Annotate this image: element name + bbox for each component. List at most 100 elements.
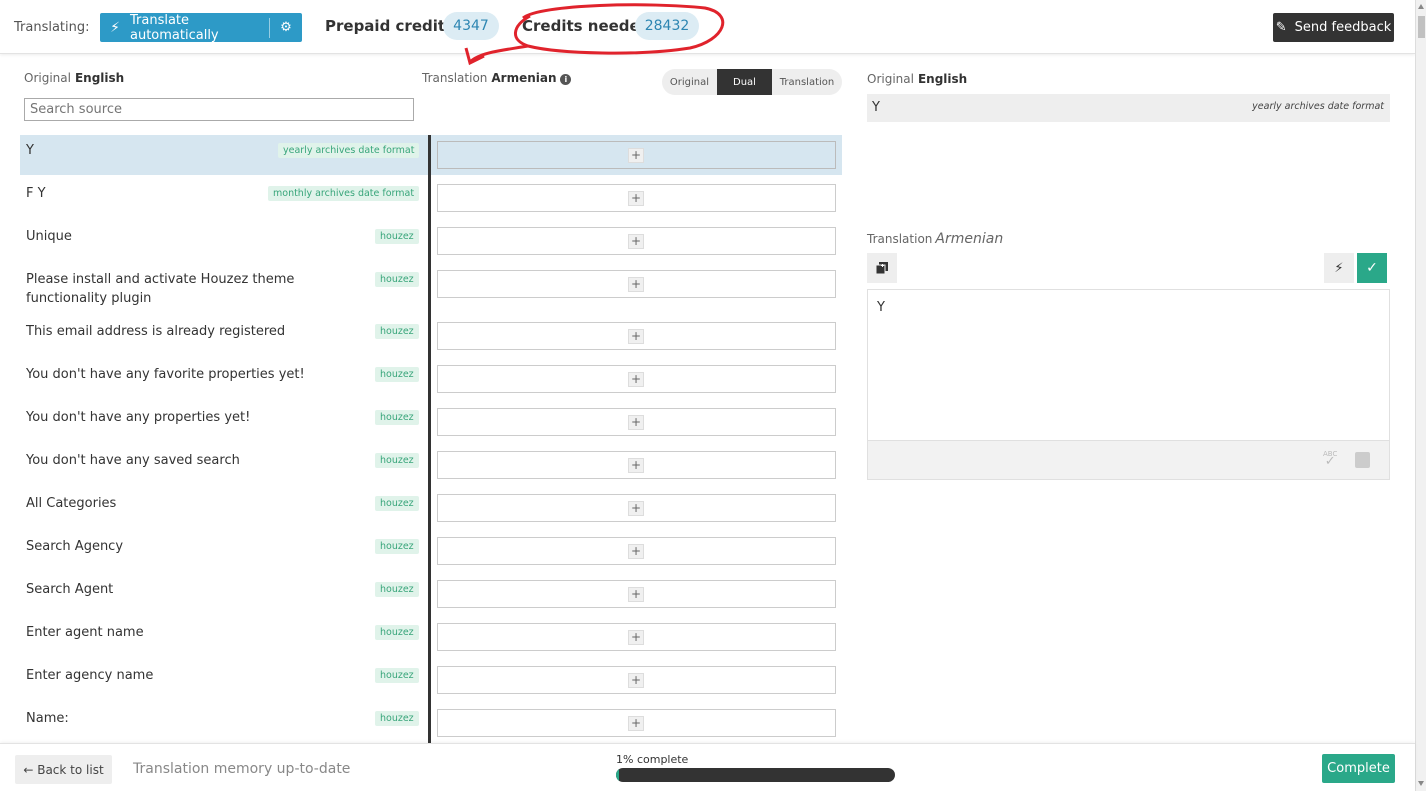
string-context-tag: houzez (375, 324, 419, 339)
plus-icon[interactable]: + (628, 372, 644, 387)
plus-icon[interactable]: + (628, 544, 644, 559)
column-divider (428, 488, 431, 531)
keyboard-icon[interactable] (1355, 452, 1370, 468)
plus-icon[interactable]: + (628, 716, 644, 731)
translation-cell[interactable]: + (437, 666, 836, 694)
column-divider (428, 617, 431, 660)
string-row[interactable]: Yyearly archives date format + (20, 135, 842, 178)
translation-label: Translation (422, 71, 488, 85)
plus-icon[interactable]: + (628, 630, 644, 645)
plus-icon[interactable]: + (628, 277, 644, 292)
spellcheck-icon[interactable]: ABC ✓ (1323, 450, 1337, 468)
translation-cell[interactable]: + (437, 141, 836, 169)
string-source-text: Name: (26, 711, 69, 726)
translation-cell[interactable]: + (437, 227, 836, 255)
top-toolbar: Translating: ⚡ Translate automatically ⚙… (0, 0, 1415, 54)
string-row[interactable]: Enter agency name houzez + (20, 660, 842, 703)
plus-icon[interactable]: + (628, 148, 644, 163)
plus-icon[interactable]: + (628, 329, 644, 344)
string-context-tag: houzez (375, 711, 419, 726)
copy-source-button[interactable] (867, 253, 897, 283)
column-divider (428, 316, 431, 359)
translation-cell[interactable]: + (437, 537, 836, 565)
string-row[interactable]: Please install and activate Houzez theme… (20, 264, 842, 316)
tm-status-text: Translation memory up-to-date (133, 761, 351, 777)
column-divider (428, 402, 431, 445)
translation-cell[interactable]: + (437, 408, 836, 436)
translation-editor-value[interactable]: Y (877, 300, 885, 315)
string-source-text: You don't have any saved search (26, 453, 240, 468)
translation-cell[interactable]: + (437, 451, 836, 479)
string-list: Yyearly archives date format + F Ymonthly … (20, 135, 842, 743)
translation-cell[interactable]: + (437, 623, 836, 651)
view-mode-translation[interactable]: Translation (772, 69, 842, 95)
plus-icon[interactable]: + (628, 587, 644, 602)
plus-icon[interactable]: + (628, 234, 644, 249)
string-context-tag: houzez (375, 272, 419, 287)
progress-text: 1% complete (616, 753, 689, 766)
send-feedback-label: Send feedback (1294, 20, 1392, 35)
scrollbar-thumb[interactable] (1418, 16, 1425, 38)
string-row[interactable]: You don't have any favorite properties y… (20, 359, 842, 402)
translation-cell[interactable]: + (437, 184, 836, 212)
plus-icon[interactable]: + (628, 191, 644, 206)
bottom-bar: ← Back to list Translation memory up-to-… (0, 743, 1415, 791)
prepaid-credits-badge: 4347 (443, 12, 499, 40)
send-feedback-button[interactable]: ✎ Send feedback (1273, 13, 1394, 42)
string-source-text: Enter agency name (26, 668, 154, 683)
string-row[interactable]: Search Agency houzez + (20, 531, 842, 574)
original-column-header: Original English (24, 71, 124, 85)
string-source-text: You don't have any properties yet! (26, 410, 251, 425)
string-row[interactable]: Name: houzez + (20, 703, 842, 743)
plus-icon[interactable]: + (628, 673, 644, 688)
save-translation-button[interactable]: ✓ (1357, 253, 1387, 283)
translation-editor[interactable]: Y ABC ✓ (867, 289, 1390, 480)
page-scrollbar[interactable] (1415, 0, 1426, 791)
translation-cell[interactable]: + (437, 365, 836, 393)
string-row[interactable]: You don't have any saved search houzez + (20, 445, 842, 488)
gear-icon[interactable]: ⚙ (270, 20, 302, 35)
translation-cell[interactable]: + (437, 580, 836, 608)
string-source-text: Please install and activate Houzez theme… (26, 272, 295, 306)
column-divider (428, 445, 431, 488)
string-row[interactable]: Unique houzez + (20, 221, 842, 264)
string-context-tag: houzez (375, 496, 419, 511)
plus-icon[interactable]: + (628, 415, 644, 430)
back-to-list-button[interactable]: ← Back to list (15, 755, 112, 784)
translation-cell[interactable]: + (437, 322, 836, 350)
copy-icon (876, 262, 888, 274)
translation-cell[interactable]: + (437, 270, 836, 298)
translation-cell[interactable]: + (437, 494, 836, 522)
view-mode-original[interactable]: Original (662, 69, 717, 95)
scroll-down-arrow[interactable] (1418, 781, 1424, 786)
detail-original-box: Y yearly archives date format (867, 94, 1390, 122)
column-divider (428, 660, 431, 703)
string-row[interactable]: Enter agent name houzez + (20, 617, 842, 660)
auto-translate-string-button[interactable]: ⚡ (1324, 253, 1354, 283)
string-row[interactable]: This email address is already registered… (20, 316, 842, 359)
prepaid-credits-label: Prepaid credits: (325, 17, 460, 35)
original-label: Original (24, 71, 71, 85)
check-icon: ✓ (1366, 260, 1378, 276)
complete-button[interactable]: Complete (1322, 754, 1395, 783)
search-source-input[interactable] (24, 98, 414, 121)
plus-icon[interactable]: + (628, 501, 644, 516)
detail-translation-lang: Armenian (935, 231, 1004, 247)
string-context-tag: houzez (375, 453, 419, 468)
string-source-text: All Categories (26, 496, 117, 511)
info-icon[interactable]: i (560, 74, 572, 85)
translation-cell[interactable]: + (437, 709, 836, 737)
string-row[interactable]: Search Agent houzez + (20, 574, 842, 617)
string-row[interactable]: All Categories houzez + (20, 488, 842, 531)
editor-footer: ABC ✓ (868, 440, 1389, 479)
view-mode-dual[interactable]: Dual (717, 69, 772, 95)
string-row[interactable]: F Ymonthly archives date format + (20, 178, 842, 221)
string-source-text: This email address is already registered (26, 324, 286, 339)
original-lang: English (74, 71, 125, 85)
string-row[interactable]: You don't have any properties yet! houzez… (20, 402, 842, 445)
column-divider (428, 178, 431, 221)
translate-automatically-button[interactable]: ⚡ Translate automatically ⚙ (100, 13, 302, 43)
bolt-icon: ⚡ (1334, 260, 1344, 276)
scroll-up-arrow[interactable] (1418, 4, 1424, 9)
plus-icon[interactable]: + (628, 458, 644, 473)
